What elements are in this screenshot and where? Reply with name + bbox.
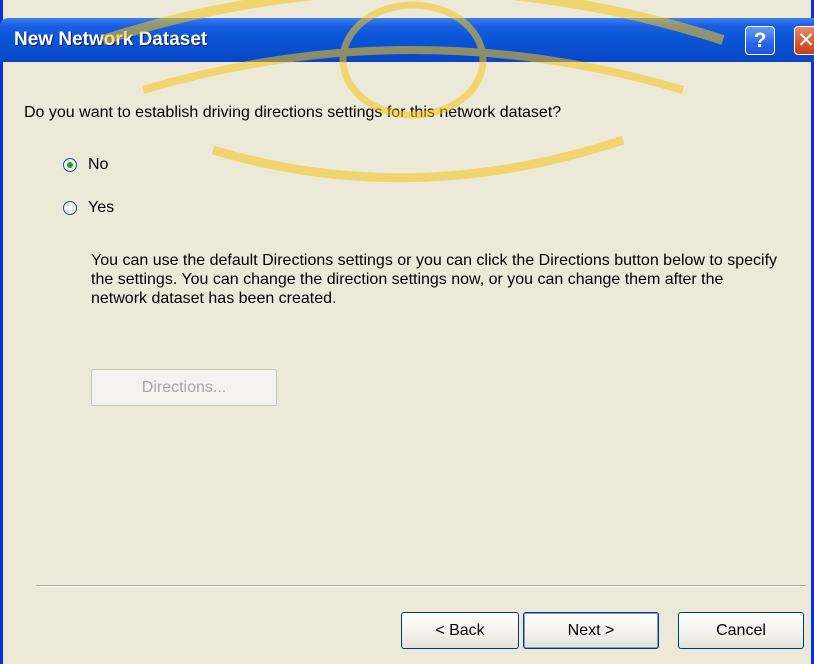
title-bar[interactable]: New Network Dataset ? ✕ [0,18,814,62]
question-text: Do you want to establish driving directi… [24,104,562,121]
radio-option-no[interactable]: No [63,156,108,174]
help-button[interactable]: ? [745,26,775,55]
radio-no-label: No [88,156,109,173]
back-button[interactable]: < Back [401,612,519,649]
cancel-button[interactable]: Cancel [678,612,804,649]
directions-button[interactable]: Directions... [91,369,277,406]
dialog-content: Do you want to establish driving directi… [3,62,811,664]
close-button[interactable]: ✕ [794,26,814,55]
radio-yes-icon[interactable] [63,201,77,215]
radio-option-yes[interactable]: Yes [63,199,114,217]
next-button[interactable]: Next > [523,612,659,649]
divider [36,585,806,587]
info-text: You can use the default Directions setti… [91,252,778,307]
close-icon: ✕ [797,29,814,52]
window-title: New Network Dataset [14,29,208,50]
help-icon: ? [753,28,767,52]
radio-no-icon[interactable] [63,158,77,172]
radio-yes-label: Yes [88,199,115,216]
dialog-window: New Network Dataset ? ✕ Do you want to e… [0,0,814,664]
